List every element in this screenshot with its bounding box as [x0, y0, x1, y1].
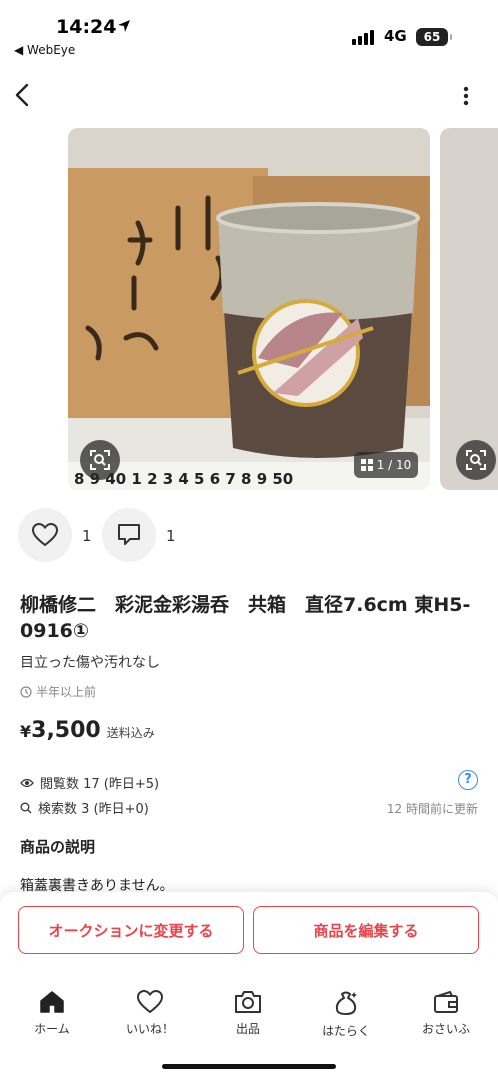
shipping-note: 送料込み	[106, 726, 155, 740]
change-to-auction-button[interactable]: オークションに変更する	[18, 906, 244, 954]
location-arrow-icon	[118, 20, 130, 32]
product-photo[interactable]: 8 9 40 1 2 3 4 5 6 7 8 9 50	[68, 128, 430, 490]
status-bar: 14:24 ◀ WebEye 4G 65	[0, 0, 498, 64]
tab-likes[interactable]: いいね！	[110, 990, 190, 1037]
next-product-photo[interactable]	[440, 128, 498, 490]
camera-icon	[235, 991, 261, 1013]
clock-icon	[20, 685, 32, 698]
price-symbol: ¥	[20, 722, 32, 741]
help-icon[interactable]: ?	[458, 770, 478, 790]
battery-indicator: 65	[416, 28, 452, 46]
grid-icon	[360, 459, 373, 471]
home-icon	[40, 991, 64, 1013]
item-title: 柳橋修二 彩泥金彩湯呑 共箱 直径7.6cm 東H5-0916①	[20, 594, 471, 642]
search-icon	[20, 802, 32, 813]
scan-search-icon	[466, 450, 486, 470]
tab-wallet-label: おさいふ	[421, 1022, 470, 1036]
like-count: 1	[82, 527, 92, 545]
more-options-icon[interactable]	[456, 84, 476, 108]
posted-time: 半年以上前	[20, 683, 96, 700]
teacup-image: 8 9 40 1 2 3 4 5 6 7 8 9 50	[68, 128, 430, 490]
money-bag-icon	[335, 991, 357, 1015]
comment-button[interactable]	[102, 508, 156, 562]
action-sheet: オークションに変更する 商品を編集する	[0, 892, 498, 972]
visual-search-button[interactable]	[80, 440, 120, 480]
searches-text: 検索数 3 (昨日+0)	[38, 802, 149, 817]
home-indicator	[162, 1064, 336, 1069]
edit-item-button[interactable]: 商品を編集する	[253, 906, 479, 954]
status-time: 14:24	[56, 16, 117, 38]
price-amount: 3,500	[31, 718, 101, 743]
wallet-icon	[434, 990, 458, 1013]
description-heading: 商品の説明	[20, 838, 96, 856]
network-type: 4G	[384, 27, 407, 45]
heart-icon	[137, 990, 163, 1014]
item-condition: 目立った傷や汚れなし	[20, 655, 160, 671]
photo-counter-text: 1 / 10	[376, 458, 412, 472]
back-to-app-link[interactable]: ◀ WebEye	[14, 43, 75, 57]
tab-likes-label: いいね！	[125, 1022, 174, 1036]
views-stat: 閲覧数 17 (昨日+5)	[20, 773, 159, 792]
posted-time-text: 半年以上前	[36, 685, 97, 699]
tab-work-label: はたらく	[322, 1024, 370, 1038]
tab-home[interactable]: ホーム	[12, 990, 92, 1037]
photo-counter: 1 / 10	[354, 452, 418, 478]
tab-home-label: ホーム	[34, 1022, 70, 1036]
signal-icon	[352, 30, 374, 45]
back-chevron-icon[interactable]	[10, 80, 36, 110]
updated-time: 12 時間前に更新	[386, 802, 478, 816]
tab-work[interactable]: はたらく	[306, 990, 386, 1039]
comment-icon	[118, 524, 140, 545]
searches-stat: 検索数 3 (昨日+0)	[20, 798, 149, 817]
eye-icon	[20, 778, 34, 787]
tab-sell-label: 出品	[235, 1022, 260, 1036]
price: ¥ 3,500 送料込み	[20, 718, 155, 743]
views-text: 閲覧数 17 (昨日+5)	[40, 777, 160, 792]
comment-count: 1	[166, 527, 176, 545]
tab-wallet[interactable]: おさいふ	[406, 990, 486, 1037]
like-button[interactable]	[18, 508, 72, 562]
scan-search-icon	[90, 450, 110, 470]
heart-icon	[32, 523, 58, 547]
tab-sell[interactable]: 出品	[208, 990, 288, 1037]
visual-search-button-2[interactable]	[456, 440, 496, 480]
